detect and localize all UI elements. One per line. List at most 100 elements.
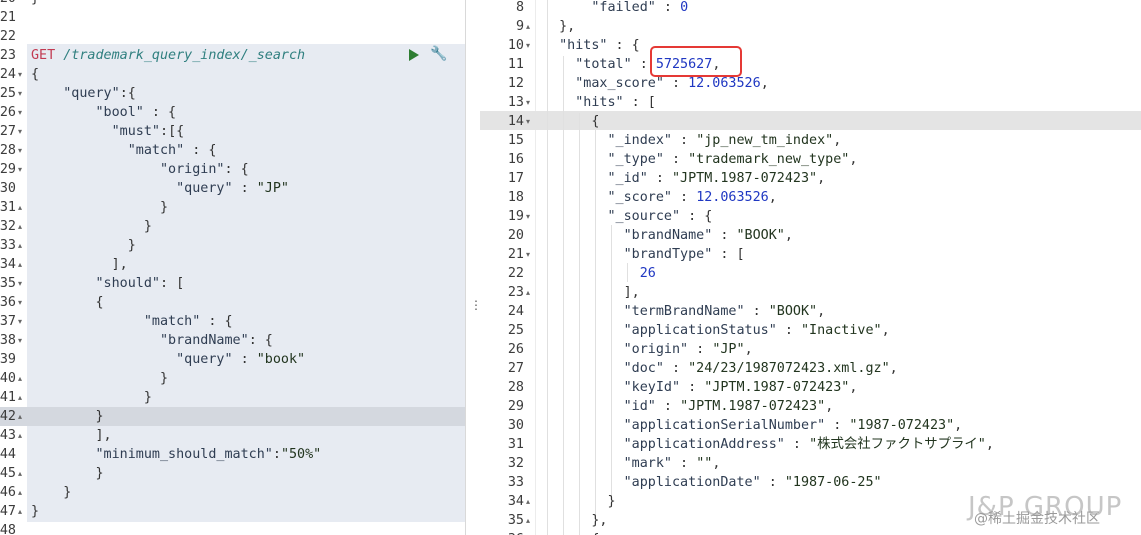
fold-arrow-icon[interactable]: ▾ (526, 207, 530, 226)
unfold-arrow-icon[interactable]: ▴ (18, 217, 22, 236)
response-code-text: "mark" : "", (623, 456, 721, 471)
request-method: GET (31, 48, 56, 63)
fold-arrow-icon[interactable]: ▾ (18, 312, 22, 331)
response-viewer[interactable]: 8 "failed" : 0 9 ▴ }, 10 ▾ "hits" : {11 "tot… (480, 0, 1141, 535)
line-number: 16 (507, 152, 524, 167)
request-code-text: "minimum_should_match":"50%" (95, 447, 322, 462)
line-number: 20 (0, 0, 16, 8)
pane-splitter[interactable]: ⋮ (465, 0, 482, 535)
request-code-text: } (31, 466, 104, 481)
response-code-text: ], (543, 285, 640, 300)
request-code-text: } (31, 238, 136, 253)
line-number: 31 (0, 200, 16, 215)
request-code-text: { (31, 295, 104, 310)
response-code-text: } (543, 494, 616, 509)
line-number: 31 (507, 437, 524, 452)
request-code-text: "should": [ (95, 276, 185, 291)
unfold-arrow-icon[interactable]: ▴ (18, 407, 22, 426)
line-number: 44 (0, 447, 16, 462)
total-hits-highlight (650, 46, 742, 77)
line-number: 35 (507, 513, 524, 528)
line-number: 14 (507, 114, 524, 129)
fold-arrow-icon[interactable]: ▾ (526, 93, 530, 112)
request-code-text: { (31, 67, 40, 82)
line-number: 8 (515, 0, 524, 15)
line-number: 32 (507, 456, 524, 471)
response-code-text: "hits" : [ (575, 95, 656, 110)
line-number: 34 (0, 257, 16, 272)
unfold-arrow-icon[interactable]: ▴ (18, 426, 22, 445)
request-url: /trademark_query_index/_search (63, 48, 306, 63)
line-number: 24 (507, 304, 524, 319)
line-number: 34 (507, 494, 524, 509)
line-number: 10 (507, 38, 524, 53)
line-number: 37 (0, 314, 16, 329)
fold-arrow-icon[interactable]: ▾ (18, 293, 22, 312)
line-number: 13 (507, 95, 524, 110)
line-number: 29 (0, 162, 16, 177)
line-number: 12 (507, 76, 524, 91)
response-code-text: "brandName" : "BOOK", (623, 228, 793, 243)
watermark-text: @稀土掘金技术社区 (974, 511, 1100, 527)
unfold-arrow-icon[interactable]: ▴ (526, 492, 530, 511)
line-number: 45 (0, 466, 16, 481)
line-number: 19 (507, 209, 524, 224)
fold-arrow-icon[interactable]: ▾ (526, 112, 530, 131)
response-code-text: 26 (639, 266, 656, 281)
response-code-text: "id" : "JPTM.1987-072423", (623, 399, 834, 414)
request-code-text: } (31, 485, 72, 500)
line-number: 28 (0, 143, 16, 158)
response-code-text: "_source" : { (607, 209, 713, 224)
line-number: 23 (507, 285, 524, 300)
response-code-text: "doc" : "24/23/1987072423.xml.gz", (623, 361, 898, 376)
line-number: 41 (0, 390, 16, 405)
line-number: 9 (515, 19, 524, 34)
unfold-arrow-icon[interactable]: ▴ (18, 198, 22, 217)
unfold-arrow-icon[interactable]: ▴ (526, 283, 530, 302)
line-number: 21 (507, 247, 524, 262)
request-code-text: } (31, 0, 39, 8)
unfold-arrow-icon[interactable]: ▴ (18, 483, 22, 502)
fold-arrow-icon[interactable]: ▾ (18, 160, 22, 179)
request-code-text: } (31, 409, 104, 424)
request-code-text: "origin": { (160, 162, 249, 177)
line-number: 30 (507, 418, 524, 433)
fold-arrow-icon[interactable]: ▾ (18, 141, 22, 160)
line-number: 29 (507, 399, 524, 414)
response-code-text: { (543, 530, 599, 535)
request-code-text: "query" : "JP" (176, 181, 289, 196)
fold-arrow-icon[interactable]: ▾ (526, 36, 530, 55)
request-editor[interactable]: 20}21222324▾{25▾ "query":{26▾ "bool" : {… (0, 0, 465, 535)
response-code-text: "failed" : 0 (591, 0, 689, 15)
line-number: 22 (0, 29, 16, 44)
unfold-arrow-icon[interactable]: ▴ (18, 236, 22, 255)
fold-arrow-icon[interactable]: ▾ (18, 331, 22, 350)
line-number: 27 (0, 124, 16, 139)
line-number: 36 (0, 295, 16, 310)
line-number: 33 (507, 475, 524, 490)
wrench-icon[interactable]: 🔧 (430, 46, 447, 62)
request-line-method-url[interactable]: GET /trademark_query_index/_search (0, 46, 305, 65)
fold-arrow-icon[interactable]: ▾ (526, 245, 530, 264)
fold-arrow-icon[interactable]: ▾ (18, 274, 22, 293)
response-code-text: { (543, 114, 600, 129)
unfold-arrow-icon[interactable]: ▴ (18, 464, 22, 483)
unfold-arrow-icon[interactable]: ▴ (18, 388, 22, 407)
fold-arrow-icon[interactable]: ▾ (18, 84, 22, 103)
unfold-arrow-icon[interactable]: ▴ (526, 17, 530, 36)
response-code-text: }, (543, 513, 608, 528)
response-code-text: "termBrandName" : "BOOK", (623, 304, 826, 319)
unfold-arrow-icon[interactable]: ▴ (18, 255, 22, 274)
line-number: 48 (0, 523, 16, 535)
unfold-arrow-icon[interactable]: ▴ (526, 511, 530, 530)
play-icon[interactable] (408, 48, 420, 62)
unfold-arrow-icon[interactable]: ▴ (18, 369, 22, 388)
response-code-text: "applicationAddress" : "株式会社ファクトサプライ", (623, 437, 994, 452)
unfold-arrow-icon[interactable]: ▴ (18, 502, 22, 521)
line-number: 46 (0, 485, 16, 500)
line-number: 39 (0, 352, 16, 367)
fold-arrow-icon[interactable]: ▾ (18, 103, 22, 122)
line-number: 26 (0, 105, 16, 120)
fold-arrow-icon[interactable]: ▾ (18, 122, 22, 141)
response-code-text: "_score" : 12.063526, (607, 190, 777, 205)
